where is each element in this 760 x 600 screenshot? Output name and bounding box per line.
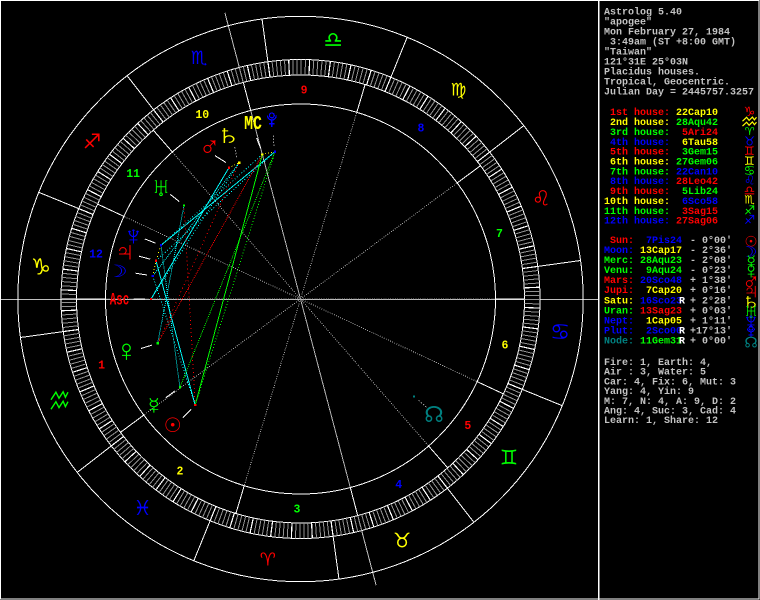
svg-text:MC: MC: [244, 114, 262, 135]
svg-text:R: R: [679, 337, 685, 348]
svg-text:☉︎: ☉︎: [164, 415, 182, 437]
svg-text:7: 7: [496, 228, 503, 241]
svg-text:8: 8: [418, 123, 425, 136]
svg-text:10: 10: [195, 109, 209, 122]
svg-text:27Sag06: 27Sag06: [676, 217, 718, 228]
svg-text:♀︎: ♀︎: [115, 333, 138, 368]
svg-text:♏︎: ♏︎: [191, 47, 208, 68]
svg-text:5: 5: [464, 420, 471, 433]
svg-text:6: 6: [502, 339, 509, 352]
svg-text:♊︎: ♊︎: [500, 448, 518, 470]
svg-text:Node:: Node:: [604, 336, 634, 348]
svg-text:♓︎: ♓︎: [133, 497, 151, 520]
svg-text:♐︎: ♐︎: [744, 213, 755, 227]
svg-text:12th house:: 12th house:: [604, 216, 670, 228]
svg-text:12: 12: [89, 248, 103, 261]
svg-text:☿︎: ☿︎: [143, 393, 166, 418]
svg-text:♌︎: ♌︎: [532, 187, 551, 210]
svg-text:♐︎: ♐︎: [83, 131, 101, 154]
svg-text:♈︎: ♈︎: [260, 549, 276, 569]
svg-text:☊︎: ☊︎: [744, 335, 757, 352]
svg-text:Julian Day = 2445757.3257: Julian Day = 2445757.3257: [604, 86, 754, 98]
svg-text:♑︎: ♑︎: [744, 104, 756, 119]
svg-text:♄︎: ♄︎: [214, 120, 244, 151]
svg-text:Asc: Asc: [110, 291, 129, 310]
svg-text:4: 4: [395, 479, 402, 492]
svg-text:♍︎: ♍︎: [451, 79, 467, 99]
svg-text:☊︎: ☊︎: [424, 402, 443, 427]
svg-text:11Gem31: 11Gem31: [640, 337, 682, 348]
svg-text:♋︎: ♋︎: [550, 320, 570, 345]
svg-text:2: 2: [177, 465, 184, 478]
svg-text:♎︎: ♎︎: [324, 28, 343, 52]
svg-text:Learn: 1, Share: 12: Learn: 1, Share: 12: [604, 415, 718, 427]
svg-text:♅︎: ♅︎: [151, 171, 171, 202]
svg-text:1: 1: [98, 360, 105, 373]
svg-text:+ 0°00': + 0°00': [690, 336, 732, 348]
svg-text:♑︎: ♑︎: [31, 255, 51, 280]
svg-text:9: 9: [301, 84, 308, 97]
svg-text:11: 11: [126, 168, 140, 181]
svg-text:♉︎: ♉︎: [393, 530, 411, 553]
svg-text:♆︎: ♆︎: [123, 220, 144, 251]
svg-text:3: 3: [293, 503, 300, 516]
